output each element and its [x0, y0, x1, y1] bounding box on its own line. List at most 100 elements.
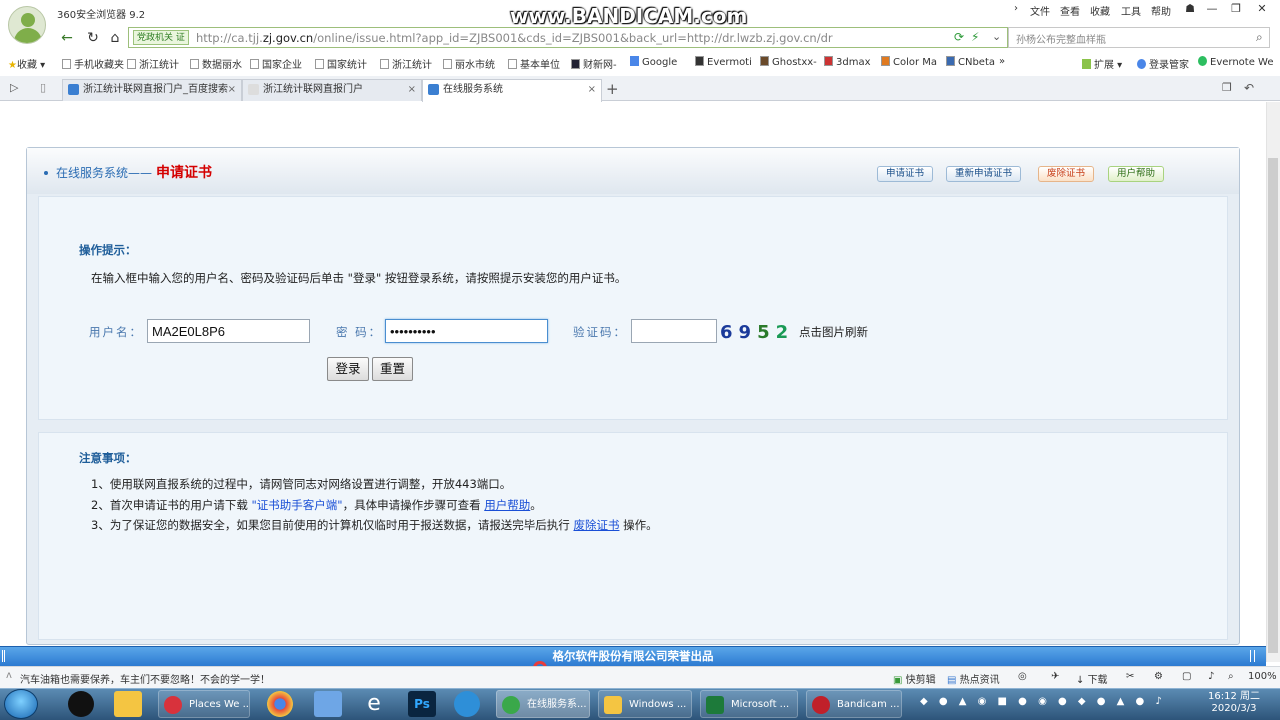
quick-clip-button[interactable]: ▣ 快剪辑	[893, 671, 936, 686]
bookmark-item[interactable]: 基本单位	[508, 56, 560, 71]
status-icon[interactable]: ⚙	[1154, 671, 1163, 682]
status-icon[interactable]: ◎	[1018, 671, 1027, 682]
zoom-icon[interactable]: ⌕	[1228, 671, 1234, 682]
page-title: 申请证书	[156, 165, 212, 181]
search-icon[interactable]: ⌕	[1256, 30, 1263, 45]
header-caption: 在线服务系统——	[44, 164, 152, 181]
taskbar-windows-explorer[interactable]: Windows ...	[598, 690, 692, 718]
reset-button[interactable]: 重置	[372, 357, 413, 381]
bookmark-item[interactable]: 手机收藏夹	[62, 56, 124, 71]
bookmark-item[interactable]: Color Ma	[881, 56, 937, 68]
ie-icon[interactable]: e	[360, 691, 388, 717]
captcha-refresh-text[interactable]: 点击图片刷新	[799, 324, 868, 340]
extensions-button[interactable]: 扩展 ▾	[1082, 56, 1122, 71]
qq-icon[interactable]	[68, 691, 94, 717]
secure-icon[interactable]: ⟳	[954, 30, 964, 44]
username-label: 用户名：	[89, 325, 143, 339]
menu-help[interactable]: 帮助	[1151, 3, 1171, 18]
back-icon[interactable]: ←	[58, 29, 76, 47]
minimize-button[interactable]: —	[1202, 1, 1222, 17]
more-bookmarks-icon[interactable]: »	[999, 56, 1005, 67]
revoke-certificate-link[interactable]: 废除证书	[573, 518, 619, 532]
maximize-button[interactable]: ❐	[1226, 1, 1246, 17]
download-button[interactable]: ↓ 下载	[1076, 671, 1108, 686]
new-tab-icon[interactable]: +	[606, 80, 619, 98]
status-icon[interactable]: ▢	[1182, 671, 1191, 682]
menu-view[interactable]: 查看	[1060, 3, 1080, 18]
speaker-icon[interactable]: ♪	[1208, 671, 1214, 682]
bookmark-item[interactable]: 数据丽水	[190, 56, 242, 71]
user-help-button[interactable]: 用户帮助	[1108, 166, 1165, 182]
status-news-text[interactable]: 汽车油箱也需要保养，车主们不要忽略！不会的学一学！	[20, 671, 270, 686]
evernote-button[interactable]: Evernote We	[1198, 56, 1274, 68]
password-label: 密 码：	[336, 325, 383, 339]
bookmark-item[interactable]: Google	[630, 56, 677, 68]
folder-icon[interactable]	[114, 691, 142, 717]
pin-icon[interactable]: ☗	[1180, 1, 1200, 17]
login-button[interactable]: 登录	[327, 357, 369, 381]
tab-list-icon[interactable]: ▯	[40, 81, 46, 94]
captcha-image[interactable]: 6952	[720, 322, 796, 344]
chevron-down-icon[interactable]: ⌄	[992, 30, 1001, 43]
taskbar-online-service[interactable]: 在线服务系...	[496, 690, 590, 718]
note-2: 2、首次申请证书的用户请下载 "证书助手客户端"，具体申请操作步骤可查看 用户帮…	[91, 498, 542, 512]
bookmark-item[interactable]: 浙江统计	[380, 56, 432, 71]
tab-baidu-search[interactable]: 浙江统计联网直报门户_百度搜索 ×	[62, 79, 242, 101]
tab-online-service[interactable]: 在线服务系统 ×	[422, 79, 602, 102]
restore-tab-icon[interactable]: ❐	[1222, 81, 1232, 94]
system-tray-icons[interactable]: ◆ ● ▲ ◉ ■ ● ◉ ● ◆ ● ▲ ● ♪	[920, 696, 1166, 707]
taskbar-clock[interactable]: 16:12 周二 2020/3/3	[1208, 691, 1260, 715]
url-text[interactable]: http://ca.tjj.zj.gov.cn/online/issue.htm…	[196, 31, 833, 45]
menu-file[interactable]: 文件	[1030, 3, 1050, 18]
apply-certificate-button[interactable]: 申请证书	[877, 166, 934, 182]
bookmark-favorites[interactable]: ★收藏 ▾	[8, 56, 45, 71]
close-button[interactable]: ✕	[1252, 1, 1272, 17]
user-help-link[interactable]: 用户帮助	[484, 498, 530, 512]
bookmark-item[interactable]: 丽水市统	[443, 56, 495, 71]
bookmark-item[interactable]: Ghostxx-	[760, 56, 817, 68]
menu-tools[interactable]: 工具	[1121, 3, 1141, 18]
reapply-certificate-button[interactable]: 重新申请证书	[946, 166, 1022, 182]
home-icon[interactable]: ⌂	[106, 29, 124, 47]
mail-icon[interactable]	[314, 691, 342, 717]
bookmark-item[interactable]: 国家企业	[250, 56, 302, 71]
zoom-level[interactable]: 100%	[1248, 671, 1277, 682]
browser-icon[interactable]	[454, 691, 480, 717]
cert-helper-download-link[interactable]: "证书助手客户端"	[251, 498, 342, 512]
bookmark-item[interactable]: 财新网-	[571, 56, 617, 71]
bookmark-item[interactable]: Evermoti	[695, 56, 752, 68]
login-manager-button[interactable]: 登录管家	[1137, 56, 1189, 71]
taskbar-places[interactable]: Places We ...	[158, 690, 250, 718]
password-field[interactable]	[385, 319, 548, 343]
start-button[interactable]	[4, 689, 38, 719]
speed-icon[interactable]: ⚡	[971, 30, 979, 44]
menu-favorites[interactable]: 收藏	[1090, 3, 1110, 18]
scrollbar-thumb[interactable]	[1268, 158, 1278, 653]
browser-title: 360安全浏览器 9.2	[57, 10, 146, 21]
status-expand-icon[interactable]: ʌ	[6, 670, 12, 681]
refresh-icon[interactable]: ↻	[84, 29, 102, 47]
bandicam-watermark: www.BANDICAM.com	[510, 4, 748, 28]
taskbar-microsoft-excel[interactable]: Microsoft ...	[700, 690, 798, 718]
bookmark-item[interactable]: CNbeta	[946, 56, 995, 68]
tab-zj-portal[interactable]: 浙江统计联网直报门户 ×	[242, 79, 422, 101]
notes-title: 注意事项：	[79, 451, 137, 465]
sidebar-toggle-icon[interactable]: ▷	[10, 81, 18, 94]
hot-news-button[interactable]: ▤ 热点资讯	[947, 671, 1000, 686]
captcha-field[interactable]	[631, 319, 717, 343]
undo-close-icon[interactable]: ↶	[1244, 81, 1254, 95]
status-icon[interactable]: ✂	[1126, 671, 1134, 682]
username-field[interactable]	[147, 319, 310, 343]
bookmark-item[interactable]: 浙江统计	[127, 56, 179, 71]
hint-text: 在输入框中输入您的用户名、密码及验证码后单击 "登录" 按钮登录系统，请按照提示…	[91, 271, 627, 285]
hint-title: 操作提示：	[79, 243, 137, 257]
bookmark-item[interactable]: 3dmax	[824, 56, 871, 68]
bookmark-item[interactable]: 国家统计	[315, 56, 367, 71]
revoke-certificate-button[interactable]: 废除证书	[1038, 166, 1095, 182]
search-placeholder: 孙杨公布完整血样瓶	[1016, 35, 1106, 46]
status-icon[interactable]: ✈	[1051, 671, 1059, 682]
chrome-icon[interactable]	[267, 691, 293, 717]
photoshop-icon[interactable]: Ps	[408, 691, 436, 717]
taskbar-bandicam[interactable]: Bandicam ...	[806, 690, 902, 718]
chevron-right-icon[interactable]: ›	[1014, 3, 1018, 14]
